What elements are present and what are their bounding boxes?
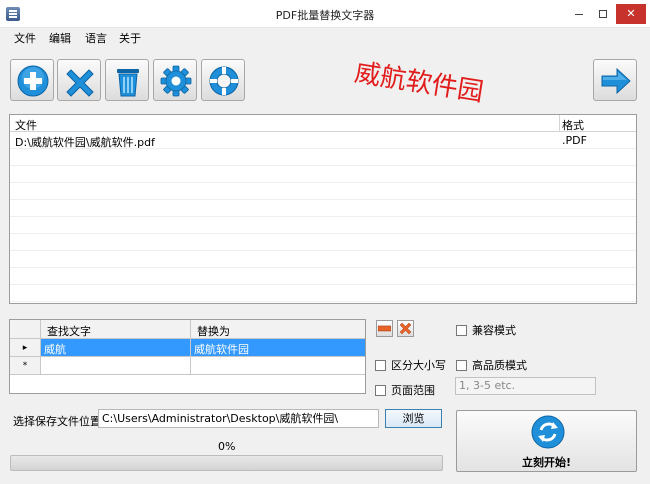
save-path-input[interactable]: C:\Users\Administrator\Desktop\威航软件园\ (98, 409, 379, 428)
maximize-button[interactable] (590, 4, 616, 24)
clear-rows-button[interactable] (397, 320, 414, 337)
file-path: D:\威航软件园\威航软件.pdf (15, 136, 155, 149)
trash-icon (117, 69, 139, 97)
page-range-checkbox[interactable]: 页面范围 (375, 382, 435, 398)
checkbox-box[interactable] (375, 385, 386, 396)
column-file[interactable]: 文件 (15, 117, 37, 133)
page-range-label: 页面范围 (391, 384, 435, 397)
menu-file[interactable]: 文件 (14, 30, 36, 46)
menu-edit[interactable]: 编辑 (49, 30, 71, 46)
minimize-icon (575, 13, 583, 15)
next-button[interactable] (593, 59, 637, 101)
start-button-label: 立刻开始! (521, 456, 572, 469)
empty-row (10, 268, 636, 285)
new-row-header[interactable]: * (10, 357, 41, 375)
file-format: .PDF (562, 134, 587, 147)
column-find[interactable]: 查找文字 (41, 320, 191, 339)
case-sensitive-checkbox[interactable]: 区分大小写 (375, 357, 446, 373)
checkbox-box[interactable] (456, 360, 467, 371)
title-bar: PDF批量替换文字器 ✕ (0, 0, 650, 28)
column-format[interactable]: 格式 (562, 117, 584, 133)
progress-bar (10, 455, 443, 471)
maximize-icon (599, 10, 607, 18)
file-row[interactable]: D:\威航软件园\威航软件.pdf .PDF (10, 132, 636, 149)
compat-mode-label: 兼容模式 (472, 324, 516, 337)
window-title: PDF批量替换文字器 (275, 9, 375, 22)
file-list[interactable]: 文件 格式 D:\威航软件园\威航软件.pdf .PDF (9, 114, 637, 304)
x-icon (399, 322, 412, 335)
close-button[interactable]: ✕ (616, 4, 646, 24)
new-find-cell[interactable] (41, 357, 191, 375)
minus-icon (378, 325, 391, 332)
add-button[interactable] (10, 59, 54, 101)
page-range-input[interactable]: 1, 3-5 etc. (455, 377, 596, 395)
menu-bar: 文件 编辑 语言 关于 (0, 28, 650, 46)
file-list-header: 文件 格式 (10, 115, 636, 132)
grid-corner (10, 320, 41, 339)
empty-row (10, 234, 636, 251)
checkbox-box[interactable] (456, 325, 467, 336)
gear-icon (160, 65, 192, 97)
refresh-icon (531, 415, 565, 449)
case-sensitive-label: 区分大小写 (391, 359, 446, 372)
close-icon: ✕ (626, 7, 636, 20)
lifebuoy-icon (209, 66, 239, 96)
compat-mode-checkbox[interactable]: 兼容模式 (456, 322, 516, 338)
replace-grid[interactable]: 查找文字 替换为 ▸ 威航 威航软件园 * (9, 319, 366, 394)
empty-row (10, 251, 636, 268)
checkbox-box[interactable] (375, 360, 386, 371)
high-quality-checkbox[interactable]: 高品质模式 (456, 357, 527, 373)
empty-row (10, 183, 636, 200)
help-button[interactable] (201, 59, 245, 101)
clear-button[interactable] (105, 59, 149, 101)
delete-row-button[interactable] (376, 320, 393, 337)
start-button[interactable]: 立刻开始! (456, 410, 637, 472)
save-location-label: 选择保存文件位置 (13, 415, 101, 428)
new-replace-cell[interactable] (191, 357, 365, 375)
empty-row (10, 200, 636, 217)
high-quality-label: 高品质模式 (472, 359, 527, 372)
menu-about[interactable]: 关于 (119, 30, 141, 46)
empty-row (10, 217, 636, 234)
plus-circle-icon (17, 65, 49, 97)
browse-button[interactable]: 浏览 (385, 409, 442, 428)
x-icon (66, 69, 94, 97)
empty-row (10, 166, 636, 183)
settings-button[interactable] (153, 59, 197, 101)
empty-row (10, 285, 636, 302)
find-cell[interactable]: 威航 (41, 339, 191, 357)
menu-language[interactable]: 语言 (85, 30, 107, 46)
progress-text: 0% (218, 440, 236, 453)
watermark-text: 威航软件园 (352, 57, 486, 108)
row-header[interactable]: ▸ (10, 339, 41, 357)
remove-button[interactable] (57, 59, 101, 101)
column-replace[interactable]: 替换为 (191, 320, 365, 339)
arrow-right-icon (601, 67, 631, 95)
replace-cell[interactable]: 威航软件园 (191, 339, 365, 357)
empty-row (10, 149, 636, 166)
minimize-button[interactable] (566, 4, 592, 24)
column-divider[interactable] (559, 115, 560, 132)
